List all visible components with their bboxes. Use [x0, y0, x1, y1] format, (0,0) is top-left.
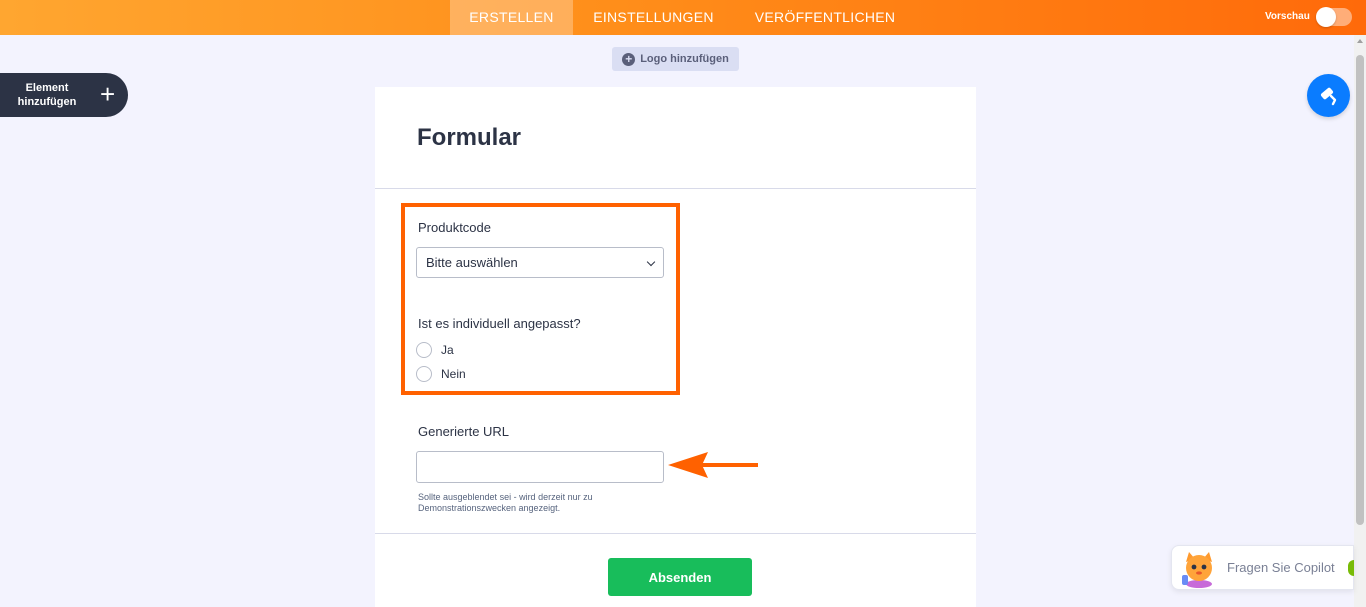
customized-question-label: Ist es individuell angepasst?	[418, 316, 581, 331]
add-element-label: Element hinzufügen	[17, 82, 77, 108]
copilot-avatar-icon	[1182, 552, 1212, 588]
radio-button[interactable]	[416, 342, 432, 358]
tab-publish[interactable]: VERÖFFENTLICHEN	[745, 0, 905, 35]
copilot-label: Fragen Sie Copilot	[1227, 560, 1335, 575]
product-code-select[interactable]: Bitte auswählen	[416, 247, 664, 278]
tab-settings[interactable]: EINSTELLUNGEN	[585, 0, 722, 35]
chevron-down-icon	[646, 257, 656, 267]
toggle-knob	[1316, 7, 1336, 27]
radio-button[interactable]	[416, 366, 432, 382]
product-code-label: Produktcode	[418, 220, 491, 235]
generated-url-input[interactable]	[416, 451, 664, 483]
top-navigation-bar: ERSTELLEN EINSTELLUNGEN VERÖFFENTLICHEN …	[0, 0, 1366, 35]
header-divider	[375, 188, 976, 189]
arrow-left-annotation-icon	[668, 452, 758, 478]
radio-option-label: Nein	[441, 367, 466, 381]
scroll-up-arrow-icon[interactable]	[1357, 39, 1363, 43]
generated-url-label: Generierte URL	[418, 424, 510, 439]
add-logo-button[interactable]: + Logo hinzufügen	[612, 47, 739, 71]
form-designer-button[interactable]	[1307, 74, 1350, 117]
copilot-widget[interactable]: Fragen Sie Copilot	[1171, 545, 1354, 590]
plus-circle-icon: +	[622, 52, 636, 66]
add-element-button[interactable]: Element hinzufügen +	[0, 73, 128, 117]
plus-icon: +	[100, 79, 116, 109]
form-card: Formular Produktcode Bitte auswählen Ist…	[375, 87, 976, 607]
radio-option-label: Ja	[441, 343, 454, 357]
add-logo-label: Logo hinzufügen	[640, 53, 729, 65]
generated-url-sublabel: Sollte ausgeblendet sei - wird derzeit n…	[418, 492, 593, 513]
scrollbar-thumb[interactable]	[1356, 55, 1364, 525]
page-scrollbar[interactable]	[1354, 35, 1366, 607]
form-title[interactable]: Formular	[417, 124, 521, 152]
preview-toggle[interactable]	[1316, 7, 1352, 27]
preview-label: Vorschau	[1265, 11, 1310, 22]
radio-option-yes[interactable]: Ja	[416, 342, 454, 358]
tab-create[interactable]: ERSTELLEN	[450, 0, 573, 35]
footer-divider	[375, 533, 976, 534]
submit-button[interactable]: Absenden	[608, 558, 752, 596]
product-code-selected: Bitte auswählen	[426, 255, 518, 270]
paint-roller-icon	[1320, 87, 1336, 105]
radio-option-no[interactable]: Nein	[416, 366, 466, 382]
status-indicator	[1348, 560, 1354, 576]
